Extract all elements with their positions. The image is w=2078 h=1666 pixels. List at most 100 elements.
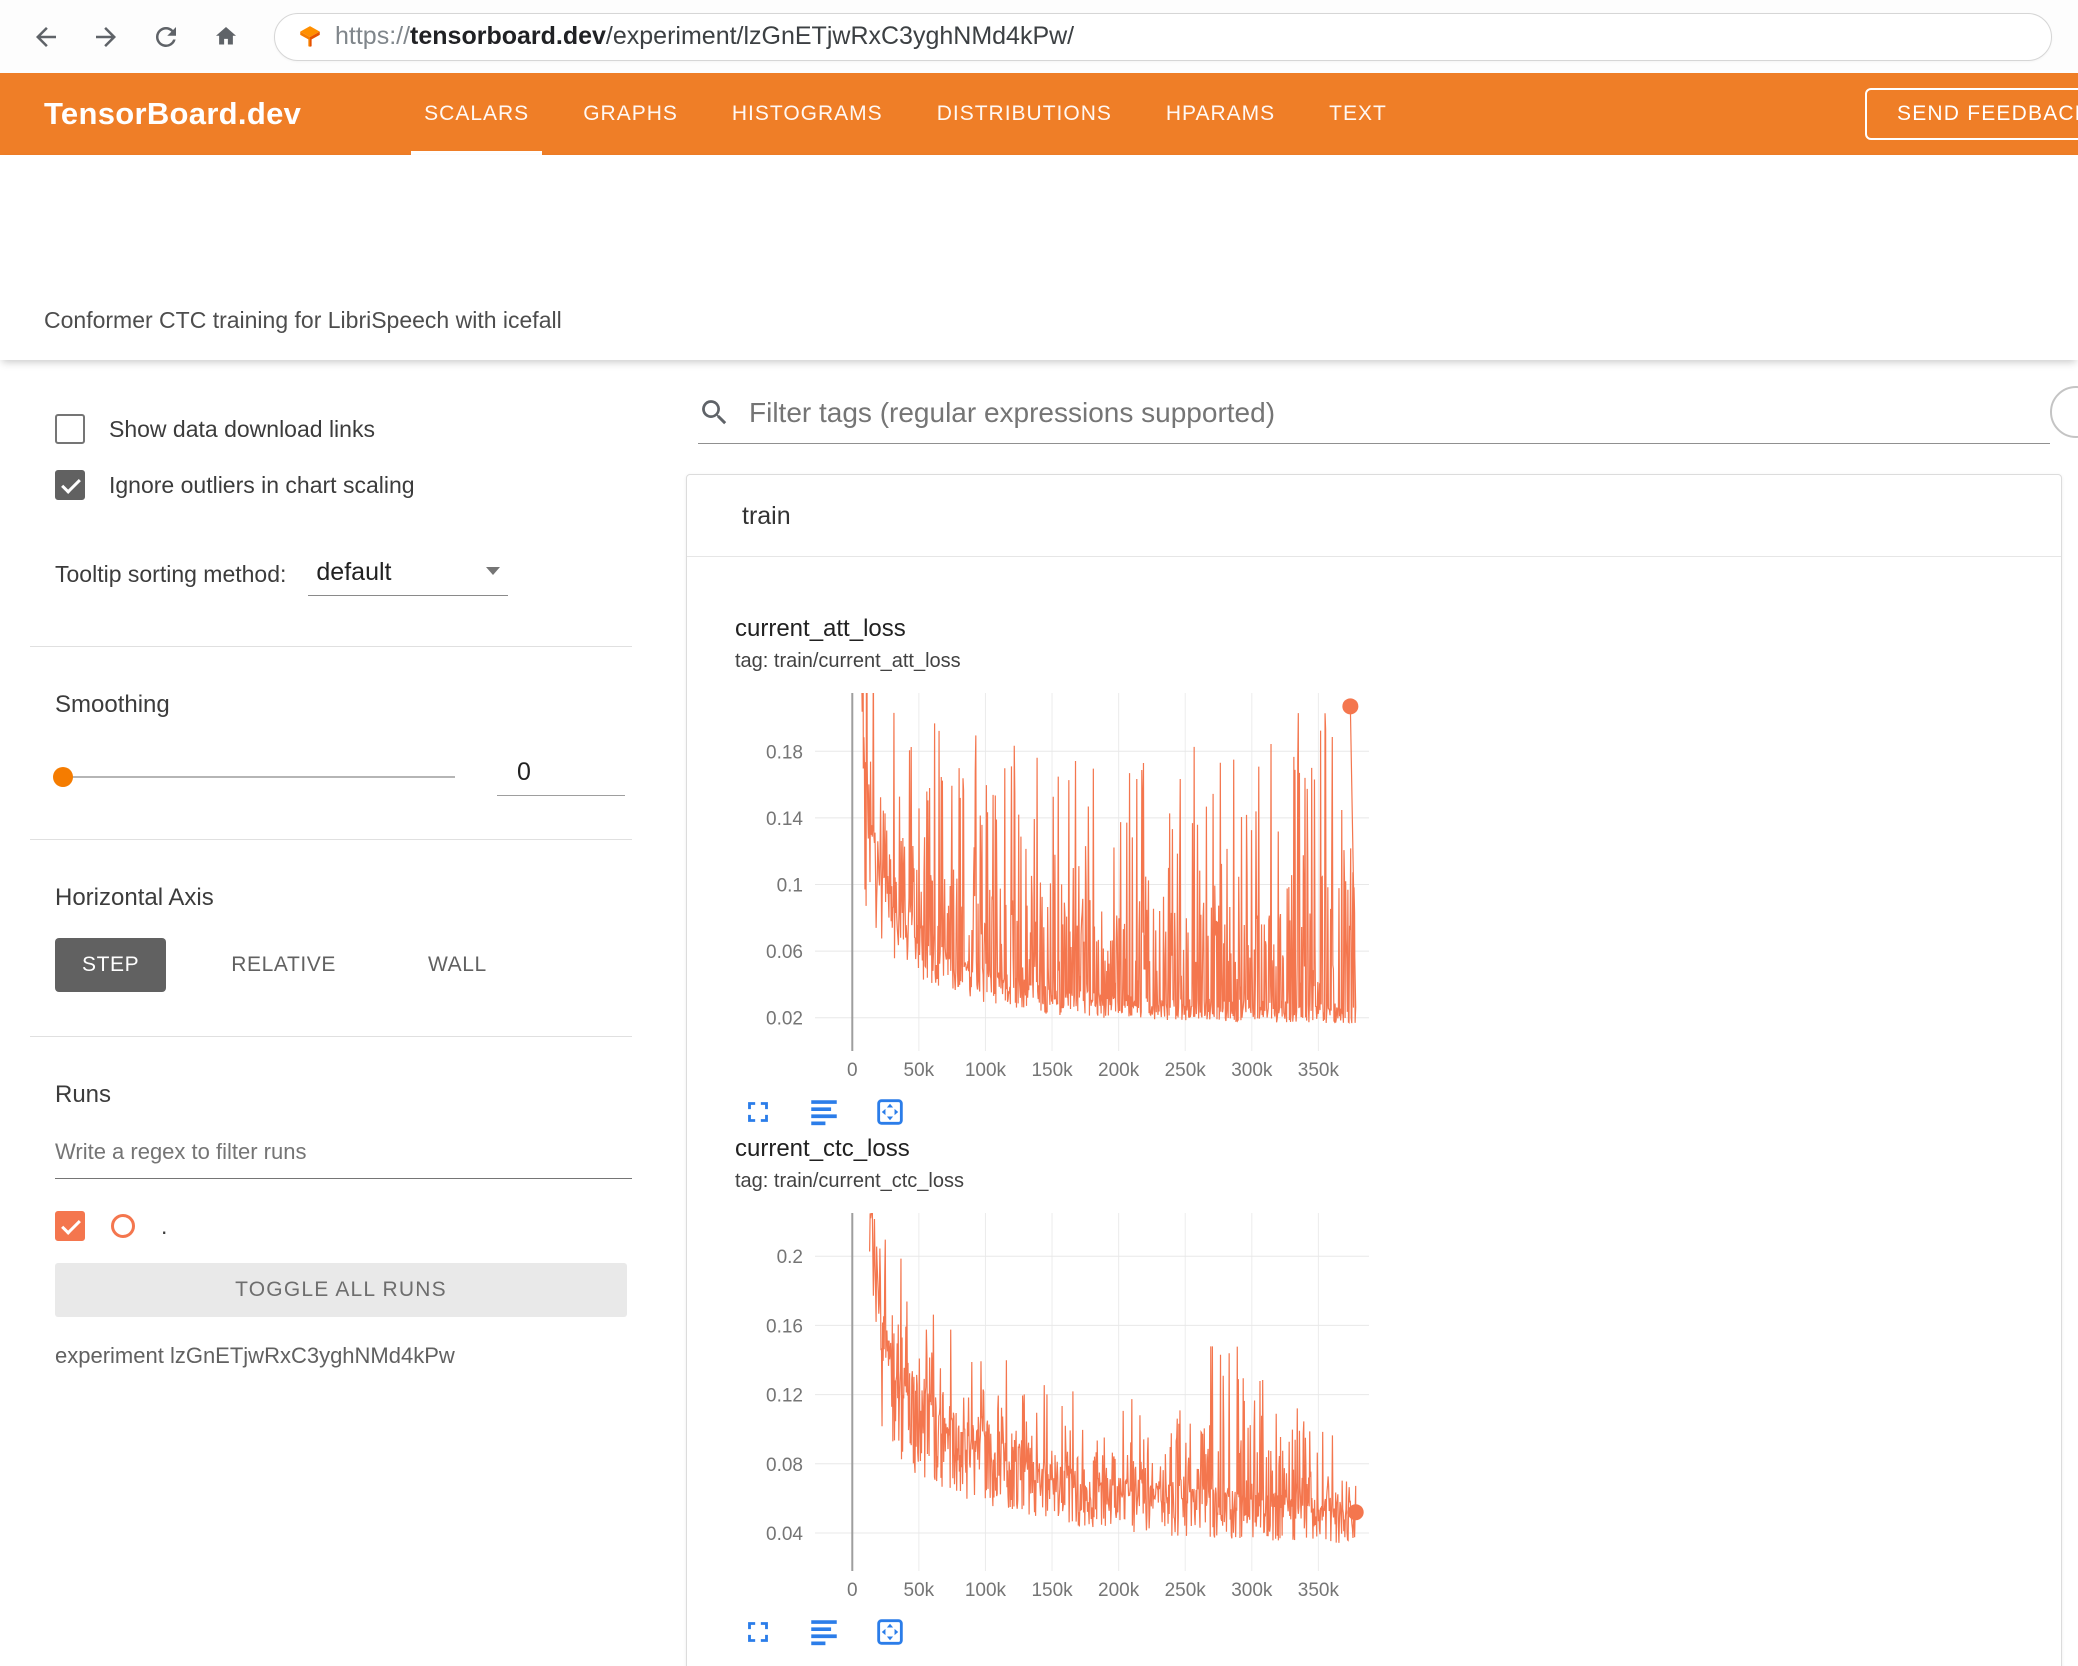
charts-grid: current_att_loss tag: train/current_att_… [687,557,2061,1666]
partial-circle-element [2050,386,2078,438]
train-card: train current_att_loss tag: train/curren… [686,474,2062,1666]
run-name-label: . [161,1212,168,1239]
header-tabs: SCALARS GRAPHS HISTOGRAMS DISTRIBUTIONS … [397,73,1414,155]
tooltip-sorting-value: default [316,558,392,586]
show-download-links-row: Show data download links [55,412,632,446]
svg-text:0.16: 0.16 [766,1316,803,1337]
run-checkbox[interactable] [55,1211,85,1241]
run-color-swatch [111,1214,135,1238]
fullscreen-icon [748,1621,768,1642]
ignore-outliers-row: Ignore outliers in chart scaling [55,468,632,502]
content-area: Show data download links Ignore outliers… [0,360,2078,1666]
svg-text:50k: 50k [904,1060,935,1081]
chart-toolbar [739,1611,1385,1655]
tooltip-sorting-label: Tooltip sorting method: [55,561,287,587]
runs-filter-wrap [55,1139,632,1179]
search-icon [702,400,727,425]
svg-text:350k: 350k [1298,1060,1340,1081]
send-feedback-button[interactable]: SEND FEEDBACK [1865,88,2078,140]
horizontal-axis-label: Horizontal Axis [55,884,214,911]
axis-wall-button[interactable]: WALL [401,938,514,992]
tab-scalars[interactable]: SCALARS [397,73,556,155]
url-scheme: https:// [335,22,411,50]
reload-icon [155,26,176,47]
train-group-header[interactable]: train [687,475,2061,557]
svg-text:200k: 200k [1098,1060,1140,1081]
chart-tag: tag: train/current_ctc_loss [735,1170,964,1192]
forward-arrow-icon [96,26,116,47]
fit-to-screen-icon [877,1618,903,1645]
fullscreen-icon [748,1101,768,1122]
tooltip-sorting-dropdown[interactable]: default [308,558,509,596]
show-download-links-checkbox[interactable] [55,414,85,444]
svg-text:300k: 300k [1231,1580,1273,1601]
toggle-all-runs-button[interactable]: TOGGLE ALL RUNS [55,1263,627,1317]
chart-plot-current-ctc-loss[interactable]: 0 50k 100k 150k 200k 250k 300k 350k 0.04 0.08 0.12… [735,1205,1385,1605]
tab-distributions[interactable]: DISTRIBUTIONS [910,73,1139,155]
tab-hparams[interactable]: HPARAMS [1139,73,1302,155]
horizontal-lines-icon [811,1099,837,1125]
smoothing-label: Smoothing [55,691,170,718]
svg-text:150k: 150k [1031,1580,1073,1601]
runs-filter-input[interactable] [55,1139,632,1165]
home-button[interactable] [200,11,252,63]
smoothing-slider-thumb[interactable] [53,767,73,787]
experiment-title: Conformer CTC training for LibriSpeech w… [44,307,562,333]
back-arrow-icon [36,26,56,47]
svg-text:200k: 200k [1098,1580,1140,1601]
toggle-yaxis-button[interactable] [805,1614,843,1652]
smoothing-slider-row [53,757,632,797]
url-domain: tensorboard.dev [410,22,606,50]
experiment-id-note: experiment lzGnETjwRxC3yghNMd4kPw [55,1343,455,1368]
smoothing-value-input[interactable] [497,758,625,796]
url-bar[interactable]: https://tensorboard.dev/experiment/lzGnE… [274,12,2052,61]
chart-title: current_ctc_loss [735,1135,910,1162]
forward-button[interactable] [80,11,132,63]
horizontal-axis-buttons: STEP RELATIVE WALL [55,938,632,992]
brand-title[interactable]: TensorBoard.dev [44,96,301,132]
chevron-down-icon [486,566,501,575]
fit-domain-button[interactable] [871,1614,909,1652]
svg-text:0.04: 0.04 [766,1524,803,1545]
svg-text:100k: 100k [965,1060,1007,1081]
settings-sidebar: Show data download links Ignore outliers… [0,360,660,1666]
chart-tag: tag: train/current_att_loss [735,650,961,672]
reload-button[interactable] [140,11,192,63]
svg-text:0.18: 0.18 [766,742,803,763]
ignore-outliers-checkbox[interactable] [55,470,85,500]
chart-current-att-loss: current_att_loss tag: train/current_att_… [735,615,1385,1135]
chart-title: current_att_loss [735,615,906,642]
expand-chart-button[interactable] [739,1614,777,1652]
tag-filter-input[interactable] [749,396,2050,429]
axis-step-button[interactable]: STEP [55,938,167,992]
ignore-outliers-label: Ignore outliers in chart scaling [109,471,415,498]
tooltip-sorting-row: Tooltip sorting method: default [55,558,632,596]
fit-domain-button[interactable] [871,1094,909,1132]
svg-text:0.14: 0.14 [766,809,803,830]
tensorboard-favicon-icon [300,25,320,47]
svg-text:0.06: 0.06 [766,942,803,963]
svg-text:0.08: 0.08 [766,1455,803,1476]
runs-label: Runs [55,1081,112,1108]
smoothing-slider[interactable] [53,767,455,787]
url-text: https://tensorboard.dev/experiment/lzGnE… [335,22,1074,51]
svg-text:50k: 50k [904,1580,935,1601]
expand-chart-button[interactable] [739,1094,777,1132]
toggle-yaxis-button[interactable] [805,1094,843,1132]
svg-text:0: 0 [847,1580,858,1601]
browser-window: https://tensorboard.dev/experiment/lzGnE… [0,0,2078,1666]
back-button[interactable] [20,11,72,63]
svg-text:0.1: 0.1 [777,875,803,896]
main-panel: train current_att_loss tag: train/curren… [660,360,2078,1666]
tab-histograms[interactable]: HISTOGRAMS [705,73,910,155]
show-download-links-label: Show data download links [109,415,375,442]
tab-text[interactable]: TEXT [1302,73,1414,155]
svg-text:0: 0 [847,1060,858,1081]
horizontal-lines-icon [811,1619,837,1645]
chart-plot-current-att-loss[interactable]: 0 50k 100k 150k 200k 250k 300k 350k 0.02 0.06 0.1 0… [735,685,1385,1085]
tag-filter-row [698,386,2078,444]
axis-relative-button[interactable]: RELATIVE [204,938,363,992]
svg-text:0.12: 0.12 [766,1386,803,1407]
tab-graphs[interactable]: GRAPHS [556,73,705,155]
sidebar-divider [30,646,632,647]
